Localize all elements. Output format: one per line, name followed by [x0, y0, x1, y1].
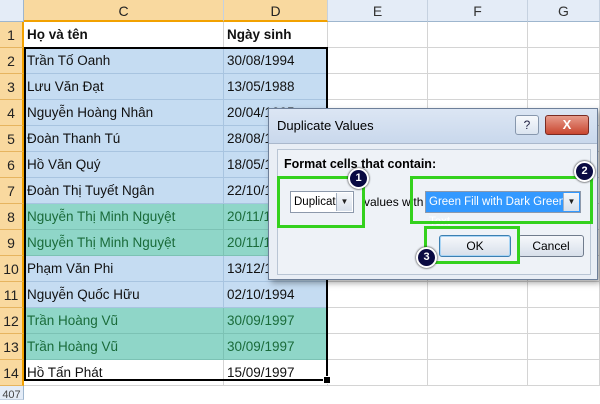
row-header[interactable]: 4 [0, 100, 24, 126]
empty-cell[interactable] [428, 360, 528, 386]
step-badge-2: 2 [574, 161, 595, 182]
column-header-f[interactable]: F [428, 0, 528, 22]
row-header[interactable]: 11 [0, 282, 24, 308]
empty-cell[interactable] [328, 334, 428, 360]
empty-cell[interactable] [328, 308, 428, 334]
empty-cell[interactable] [528, 308, 600, 334]
cancel-button[interactable]: Cancel [518, 235, 584, 257]
type-select-value: Duplicate [294, 196, 342, 208]
cell-name[interactable]: Đoàn Thanh Tú [24, 126, 224, 152]
column-header-c[interactable]: C [24, 0, 224, 22]
format-select[interactable]: Green Fill with Dark Green Text ▼ [425, 191, 581, 228]
cell-name[interactable]: Nguyễn Quốc Hữu [24, 282, 224, 308]
format-select-value: Green Fill with Dark Green Text [429, 196, 566, 228]
empty-cell[interactable] [528, 334, 600, 360]
dialog-title: Duplicate Values [277, 118, 374, 133]
empty-cell[interactable] [328, 74, 428, 100]
column-header-g[interactable]: G [528, 0, 600, 22]
cell-name[interactable]: Trần Hoàng Vũ [24, 334, 224, 360]
empty-cell[interactable] [428, 282, 528, 308]
row-header[interactable]: 5 [0, 126, 24, 152]
row-header-bottom[interactable]: 407 [0, 386, 24, 401]
empty-cell[interactable] [428, 334, 528, 360]
row-header[interactable]: 3 [0, 74, 24, 100]
chevron-down-icon[interactable]: ▼ [336, 193, 352, 211]
cell-date[interactable]: 02/10/1994 [224, 282, 328, 308]
help-button[interactable]: ? [515, 115, 539, 135]
empty-cell[interactable] [528, 74, 600, 100]
fill-handle[interactable] [323, 376, 331, 384]
empty-cell[interactable] [528, 22, 600, 48]
row-header[interactable]: 10 [0, 256, 24, 282]
cell-date[interactable]: 30/08/1994 [224, 48, 328, 74]
row-header[interactable]: 9 [0, 230, 24, 256]
step-badge-1: 1 [348, 168, 369, 189]
empty-cell[interactable] [528, 48, 600, 74]
cell-name[interactable]: Hồ Tấn Phát [24, 360, 224, 386]
step-badge-3: 3 [416, 247, 437, 268]
cell-name[interactable]: Đoàn Thị Tuyết Ngân [24, 178, 224, 204]
column-header-d[interactable]: D [224, 0, 328, 22]
row-header[interactable]: 6 [0, 152, 24, 178]
empty-cell[interactable] [428, 22, 528, 48]
row-header[interactable]: 1 [0, 22, 24, 48]
close-button[interactable]: X [545, 115, 589, 135]
cell-name[interactable]: Trần Hoàng Vũ [24, 308, 224, 334]
empty-cell[interactable] [328, 22, 428, 48]
cell-name[interactable]: Nguyễn Thị Minh Nguyệt [24, 204, 224, 230]
column-header-e[interactable]: E [328, 0, 428, 22]
row-header[interactable]: 7 [0, 178, 24, 204]
select-all-corner[interactable] [0, 0, 24, 22]
ok-button[interactable]: OK [439, 235, 511, 257]
empty-cell[interactable] [528, 360, 600, 386]
empty-cell[interactable] [428, 308, 528, 334]
row-header[interactable]: 8 [0, 204, 24, 230]
row-header[interactable]: 2 [0, 48, 24, 74]
empty-cell[interactable] [528, 282, 600, 308]
cell-date[interactable]: 15/09/1997 [224, 360, 328, 386]
row-header[interactable]: 14 [0, 360, 24, 386]
row-header[interactable]: 12 [0, 308, 24, 334]
values-with-label: values with [364, 195, 424, 209]
row-header[interactable]: 13 [0, 334, 24, 360]
empty-cell[interactable] [428, 48, 528, 74]
cell-name[interactable]: Phạm Văn Phi [24, 256, 224, 282]
header-cell-date[interactable]: Ngày sinh [224, 22, 328, 48]
empty-cell[interactable] [428, 74, 528, 100]
empty-cell[interactable] [328, 48, 428, 74]
cell-date[interactable]: 30/09/1997 [224, 308, 328, 334]
empty-cell[interactable] [328, 282, 428, 308]
cell-date[interactable]: 30/09/1997 [224, 334, 328, 360]
cell-name[interactable]: Nguyễn Hoàng Nhân [24, 100, 224, 126]
cell-name[interactable]: Hồ Văn Quý [24, 152, 224, 178]
chevron-down-icon[interactable]: ▼ [563, 193, 579, 211]
cell-date[interactable]: 13/05/1988 [224, 74, 328, 100]
cell-name[interactable]: Trần Tố Oanh [24, 48, 224, 74]
cell-name[interactable]: Lưu Văn Đạt [24, 74, 224, 100]
cell-name[interactable]: Nguyễn Thị Minh Nguyệt [24, 230, 224, 256]
dialog-titlebar[interactable]: Duplicate Values ? X [269, 109, 597, 144]
type-select[interactable]: Duplicate ▼ [290, 191, 354, 213]
empty-cell[interactable] [328, 360, 428, 386]
header-cell-name[interactable]: Họ và tên [24, 22, 224, 48]
